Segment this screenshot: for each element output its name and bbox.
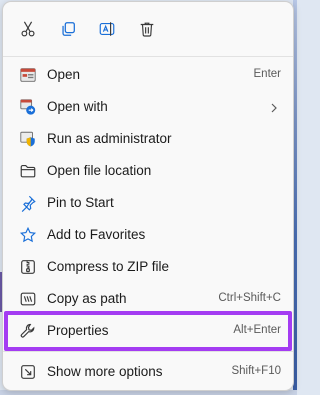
menu-item-label: Compress to ZIP file xyxy=(47,259,170,274)
copy-icon xyxy=(59,20,77,43)
toolbar-divider xyxy=(3,56,293,57)
menu-item-add-to-favorites[interactable]: Add to Favorites xyxy=(7,219,291,251)
menu-item-open[interactable]: Open Enter xyxy=(7,59,291,91)
menu-item-shortcut: Ctrl+Shift+C xyxy=(218,292,281,304)
menu-item-pin-to-start[interactable]: Pin to Start xyxy=(7,187,291,219)
menu-item-open-file-location[interactable]: Open file location xyxy=(7,155,291,187)
zip-icon xyxy=(19,258,37,276)
rename-button[interactable] xyxy=(90,14,124,48)
star-icon xyxy=(19,226,37,244)
menu-item-shortcut: Enter xyxy=(253,68,282,80)
context-menu-toolbar xyxy=(3,2,293,56)
delete-button[interactable] xyxy=(130,14,164,48)
properties-highlight-box xyxy=(4,311,292,351)
menu-item-show-more-options[interactable]: Show more options Shift+F10 xyxy=(7,356,291,388)
more-options-icon xyxy=(19,363,37,381)
folder-icon xyxy=(19,162,37,180)
menu-item-label: Show more options xyxy=(47,364,163,379)
copy-path-icon xyxy=(19,290,37,308)
cut-button[interactable] xyxy=(11,14,45,48)
bottom-divider xyxy=(3,351,293,352)
menu-item-run-as-administrator[interactable]: Run as administrator xyxy=(7,123,291,155)
rename-icon xyxy=(98,20,116,43)
trash-icon xyxy=(138,20,156,43)
menu-item-label: Add to Favorites xyxy=(47,227,146,242)
menu-item-label: Open with xyxy=(47,99,108,114)
copy-button[interactable] xyxy=(51,14,85,48)
context-menu: Open Enter Open with Run as administrato… xyxy=(2,1,294,391)
scissors-icon xyxy=(19,20,37,43)
open-with-icon xyxy=(19,98,37,116)
open-app-icon xyxy=(19,66,37,84)
menu-item-label: Run as administrator xyxy=(47,131,172,146)
pin-icon xyxy=(19,194,37,212)
menu-item-shortcut: Shift+F10 xyxy=(231,365,281,377)
chevron-right-icon xyxy=(269,101,279,113)
menu-item-label: Open file location xyxy=(47,163,152,178)
shield-icon xyxy=(19,130,37,148)
menu-item-open-with[interactable]: Open with xyxy=(7,91,291,123)
menu-item-label: Pin to Start xyxy=(47,195,114,210)
menu-item-label: Open xyxy=(47,67,81,82)
menu-item-label: Copy as path xyxy=(47,291,127,306)
menu-item-compress-to-zip[interactable]: Compress to ZIP file xyxy=(7,251,291,283)
